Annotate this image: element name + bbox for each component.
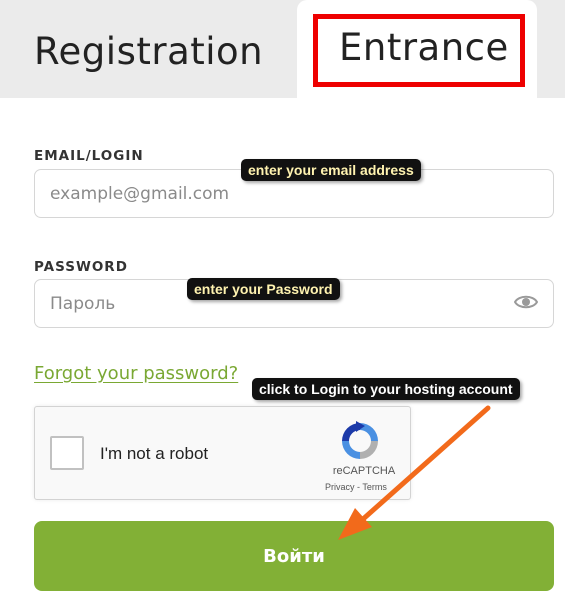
login-button[interactable]: Войти <box>34 521 554 591</box>
password-label: PASSWORD <box>34 259 128 275</box>
recaptcha-logo-icon <box>342 421 378 459</box>
login-hint-tooltip: click to Login to your hosting account <box>252 378 520 400</box>
eye-icon[interactable] <box>514 293 538 311</box>
forgot-password-link[interactable]: Forgot your password? <box>34 363 238 384</box>
email-hint-tooltip: enter your email address <box>241 159 421 181</box>
tab-registration-label: Registration <box>34 29 264 73</box>
recaptcha-label: I'm not a robot <box>100 444 209 463</box>
recaptcha-checkbox[interactable] <box>50 436 84 470</box>
recaptcha-privacy-terms[interactable]: Privacy - Terms <box>325 482 415 492</box>
login-hint-text: click to Login to your hosting account <box>259 381 513 397</box>
entrance-highlight-box <box>313 14 525 87</box>
email-label: EMAIL/LOGIN <box>34 148 144 164</box>
email-hint-text: enter your email address <box>248 162 414 178</box>
recaptcha-widget: I'm not a robot reCAPTCHA Privacy - Term… <box>34 406 411 500</box>
recaptcha-brand: reCAPTCHA <box>332 465 396 477</box>
password-hint-text: enter your Password <box>194 281 333 297</box>
tab-registration[interactable]: Registration <box>34 26 263 76</box>
password-hint-tooltip: enter your Password <box>187 278 340 300</box>
